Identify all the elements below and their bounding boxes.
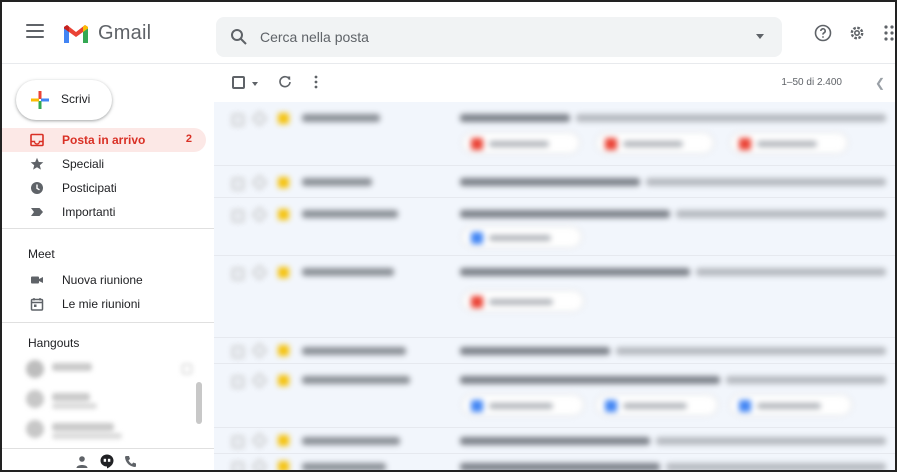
meet-items: Nuova riunione Le mie riunioni (2, 268, 206, 316)
sidebar: Scrivi Posta in arrivo 2 Speciali Postic… (2, 64, 214, 470)
sidebar-item-label: Posticipati (62, 181, 117, 195)
divider (2, 322, 214, 323)
compose-plus-icon (31, 91, 49, 109)
sidebar-item-label: Importanti (62, 205, 116, 219)
settings-gear-icon[interactable] (848, 24, 866, 42)
star-icon (30, 157, 44, 170)
search-icon[interactable] (230, 28, 248, 46)
refresh-icon[interactable] (278, 75, 292, 89)
phone-icon[interactable] (124, 455, 137, 468)
message-row[interactable] (214, 256, 895, 338)
sidebar-item-snoozed[interactable]: Posticipati (2, 176, 206, 200)
contacts-person-icon[interactable] (76, 455, 88, 469)
important-icon (31, 208, 43, 216)
top-bar: Gmail Cerca nella posta (2, 2, 897, 64)
clock-icon (31, 182, 43, 194)
message-row[interactable] (214, 364, 895, 428)
avatar (26, 390, 44, 408)
sidebar-item-inbox[interactable]: Posta in arrivo 2 (2, 128, 206, 152)
main-menu-icon[interactable] (26, 24, 44, 38)
calendar-icon (30, 298, 44, 311)
inbox-icon (30, 133, 44, 147)
sidebar-item-label: Speciali (62, 157, 105, 171)
search-options-icon[interactable] (756, 34, 764, 39)
select-all-checkbox[interactable] (232, 76, 245, 89)
gmail-m-icon (64, 24, 88, 43)
help-icon[interactable] (814, 24, 832, 42)
prev-page-icon[interactable]: ❮ (875, 76, 885, 90)
message-row[interactable] (214, 166, 895, 198)
avatar (26, 420, 44, 438)
meet-section-title: Meet (28, 247, 55, 261)
mail-folders: Posta in arrivo 2 Speciali Posticipati I… (2, 128, 206, 224)
more-vert-icon[interactable] (314, 75, 318, 89)
hangouts-section-title: Hangouts (28, 336, 80, 350)
message-list (214, 102, 895, 470)
avatar (26, 360, 44, 378)
message-row[interactable] (214, 338, 895, 364)
message-row[interactable] (214, 102, 895, 166)
sidebar-item-my-meetings[interactable]: Le mie riunioni (2, 292, 206, 316)
search-input[interactable]: Cerca nella posta (260, 29, 369, 45)
search-bar[interactable]: Cerca nella posta (216, 17, 782, 57)
message-row[interactable] (214, 454, 895, 470)
compose-label: Scrivi (61, 92, 91, 106)
divider (2, 228, 214, 229)
unread-count: 2 (185, 133, 192, 145)
sidebar-item-label: Posta in arrivo (62, 133, 146, 147)
select-options-icon[interactable] (252, 82, 258, 86)
hangouts-scrollbar[interactable] (196, 382, 202, 424)
sidebar-item-label: Le mie riunioni (62, 297, 141, 311)
sidebar-item-starred[interactable]: Speciali (2, 152, 206, 176)
compose-button[interactable]: Scrivi (16, 80, 112, 120)
message-row[interactable] (214, 198, 895, 256)
mail-toolbar: 1–50 di 2.400 ❮ (214, 64, 895, 102)
app-name: Gmail (98, 22, 152, 44)
hangouts-contact[interactable] (26, 388, 196, 412)
apps-grid-icon[interactable] (883, 24, 897, 42)
video-icon (31, 276, 43, 284)
gmail-window: Gmail Cerca nella posta Scrivi Posta in … (0, 0, 897, 472)
hangouts-chat-icon[interactable] (100, 454, 114, 469)
hangouts-contact[interactable] (26, 418, 196, 442)
message-row[interactable] (214, 428, 895, 454)
hangouts-contact[interactable] (26, 358, 196, 382)
gmail-logo[interactable]: Gmail (62, 22, 151, 45)
hangouts-footer (2, 448, 214, 470)
pagination-text: 1–50 di 2.400 (781, 77, 842, 88)
sidebar-item-new-meeting[interactable]: Nuova riunione (2, 268, 206, 292)
sidebar-item-important[interactable]: Importanti (2, 200, 206, 224)
sidebar-item-label: Nuova riunione (62, 273, 143, 287)
